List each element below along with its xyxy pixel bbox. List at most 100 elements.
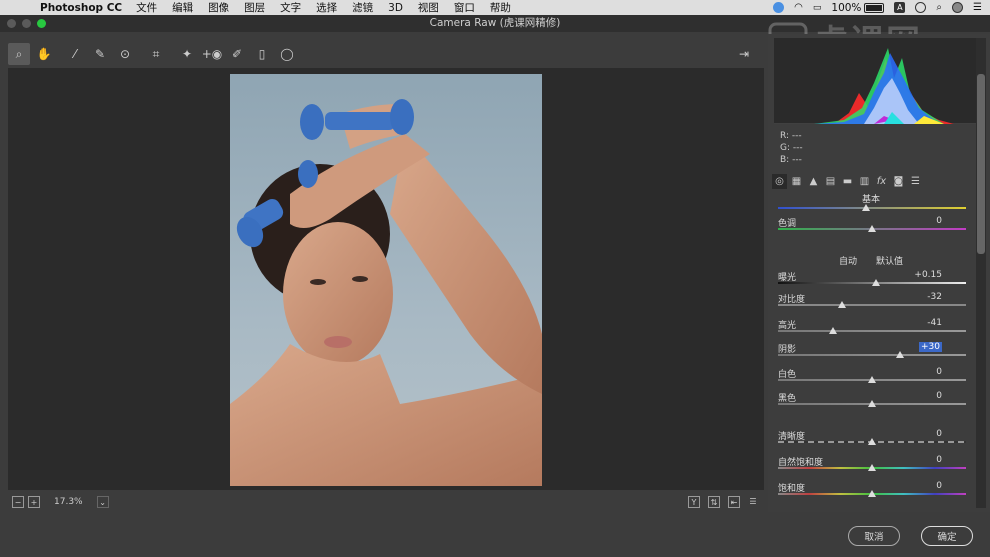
white-balance-tool-icon[interactable]: ⁄	[64, 43, 86, 65]
ok-button[interactable]: 确定	[921, 526, 973, 546]
slider-value-field[interactable]: +0.15	[914, 270, 942, 280]
presets-tab-icon[interactable]: ☰	[908, 174, 923, 189]
menu-3d[interactable]: 3D	[388, 2, 403, 14]
slider-thumb[interactable]	[868, 490, 876, 497]
menubar: Photoshop CC 文件 编辑 图像 图层 文字 选择 滤镜 3D 视图 …	[0, 0, 990, 15]
zoom-window-button[interactable]	[37, 19, 46, 28]
app-menu[interactable]: Photoshop CC	[40, 2, 122, 14]
zoom-level: 17.3%	[54, 497, 83, 507]
zoom-in-button[interactable]: +	[28, 496, 40, 508]
swap-settings-icon[interactable]: ⇅	[708, 496, 720, 508]
spot-removal-tool-icon[interactable]: ✦	[176, 43, 198, 65]
menu-type[interactable]: 文字	[280, 0, 301, 15]
slider-thumb[interactable]	[868, 438, 876, 445]
user-icon[interactable]	[952, 2, 964, 13]
airplay-icon[interactable]: ▭	[813, 3, 822, 13]
slider-row: 对比度 -32	[778, 292, 966, 316]
menu-edit[interactable]: 编辑	[172, 0, 193, 15]
graduated-filter-icon[interactable]: ▯	[251, 43, 273, 65]
panel-title: 基本	[861, 195, 880, 205]
red-eye-tool-icon[interactable]: +◉	[201, 43, 223, 65]
tool-bar: ⌕ ✋ ⁄ ✎ ⊙ ⌗ ✦ +◉ ✐ ▯ ◯ ⇥	[8, 42, 764, 66]
slider-value-field[interactable]: +30	[919, 342, 942, 352]
menu-layer[interactable]: 图层	[244, 0, 265, 15]
crop-tool-icon[interactable]: ⌗	[145, 43, 167, 65]
zoom-dropdown-icon[interactable]: ⌄	[96, 496, 109, 508]
wifi-icon[interactable]: ◠	[794, 2, 803, 13]
slider-track[interactable]	[778, 354, 966, 356]
zoom-out-button[interactable]: −	[12, 496, 24, 508]
menu-view[interactable]: 视图	[418, 0, 439, 15]
menu-help[interactable]: 帮助	[490, 0, 511, 15]
slider-thumb[interactable]	[868, 400, 876, 407]
preview-canvas[interactable]	[8, 68, 764, 490]
menu-select[interactable]: 选择	[316, 0, 337, 15]
slider-row: 曝光 +0.15	[778, 270, 966, 294]
slider-value-field[interactable]: 0	[936, 216, 942, 226]
slider-value-field[interactable]: 0	[936, 367, 942, 377]
panel-tabs: ◎ ▦ ▲ ▤ ▬ ▥ fx ◙ ☰	[772, 174, 923, 189]
status-area: ◠ ▭ 100% A ⌕ ☰	[773, 0, 982, 15]
slider-value-field[interactable]: 0	[936, 481, 942, 491]
slider-thumb[interactable]	[868, 376, 876, 383]
effects-tab-icon[interactable]: fx	[874, 174, 889, 189]
list-icon[interactable]: ☰	[973, 2, 982, 13]
photo-illustration	[230, 99, 542, 486]
histogram	[774, 38, 976, 125]
tone-curve-tab-icon[interactable]: ▦	[789, 174, 804, 189]
menu-image[interactable]: 图像	[208, 0, 229, 15]
temperature-thumb[interactable]	[862, 204, 870, 211]
adjustment-brush-icon[interactable]: ✐	[226, 43, 248, 65]
auto-link[interactable]: 自动	[839, 257, 857, 267]
slider-thumb[interactable]	[868, 464, 876, 471]
open-image-icon[interactable]: ⇥	[733, 43, 755, 65]
basic-tab-icon[interactable]: ◎	[772, 174, 787, 189]
copy-settings-icon[interactable]: ⇤	[728, 496, 740, 508]
cancel-button[interactable]: 取消	[848, 526, 900, 546]
menu-filter[interactable]: 滤镜	[352, 0, 373, 15]
search-icon[interactable]: ⌕	[936, 2, 942, 13]
menu-window[interactable]: 窗口	[454, 0, 475, 15]
slider-value-field[interactable]: 0	[936, 429, 942, 439]
histogram-graph	[774, 48, 976, 125]
b-label: B:	[780, 155, 790, 165]
battery-percent: 100%	[831, 1, 862, 14]
hand-tool-icon[interactable]: ✋	[33, 43, 55, 65]
slider-value-field[interactable]: 0	[936, 391, 942, 401]
slider-thumb[interactable]	[896, 351, 905, 358]
slider-thumb[interactable]	[868, 225, 876, 232]
target-adjustment-tool-icon[interactable]: ⊙	[114, 43, 136, 65]
color-sampler-tool-icon[interactable]: ✎	[89, 43, 111, 65]
camera-calibration-tab-icon[interactable]: ◙	[891, 174, 906, 189]
clock-icon[interactable]	[915, 2, 927, 13]
minimize-window-button[interactable]	[22, 19, 31, 28]
default-link[interactable]: 默认值	[876, 257, 903, 267]
split-toning-tab-icon[interactable]: ▬	[840, 174, 855, 189]
slider-track[interactable]	[778, 330, 966, 332]
detail-tab-icon[interactable]: ▲	[806, 174, 821, 189]
panel-scrollbar[interactable]	[976, 38, 986, 508]
slider-thumb[interactable]	[871, 279, 880, 286]
radial-filter-icon[interactable]: ◯	[276, 43, 298, 65]
menu-file[interactable]: 文件	[136, 0, 157, 15]
adjustment-panel: R: --- G: --- B: --- ◎ ▦ ▲ ▤ ▬ ▥ fx ◙ ☰ …	[768, 34, 990, 512]
slider-track[interactable]	[778, 304, 966, 306]
slider-value-field[interactable]: -41	[927, 318, 942, 328]
hsl-tab-icon[interactable]: ▤	[823, 174, 838, 189]
before-after-icon[interactable]: Y	[688, 496, 700, 508]
close-window-button[interactable]	[7, 19, 16, 28]
input-a-icon[interactable]: A	[894, 2, 906, 13]
slider-value-field[interactable]: -32	[927, 292, 942, 302]
slider-row: 黑色 0	[778, 391, 966, 415]
lens-tab-icon[interactable]: ▥	[857, 174, 872, 189]
panel-scrollbar-thumb[interactable]	[977, 74, 985, 254]
app-icon[interactable]	[773, 2, 785, 13]
zoom-tool-icon[interactable]: ⌕	[8, 43, 30, 65]
slider-value-field[interactable]: 0	[936, 455, 942, 465]
battery-indicator[interactable]: 100%	[831, 1, 885, 14]
slider-thumb[interactable]	[828, 327, 837, 334]
slider-row: 白色 0	[778, 367, 966, 391]
toggle-settings-icon[interactable]: ☰	[748, 496, 758, 506]
slider-thumb[interactable]	[837, 301, 846, 308]
status-bar: − + 17.3% ⌄ Y ⇅ ⇤ ☰	[8, 492, 764, 512]
